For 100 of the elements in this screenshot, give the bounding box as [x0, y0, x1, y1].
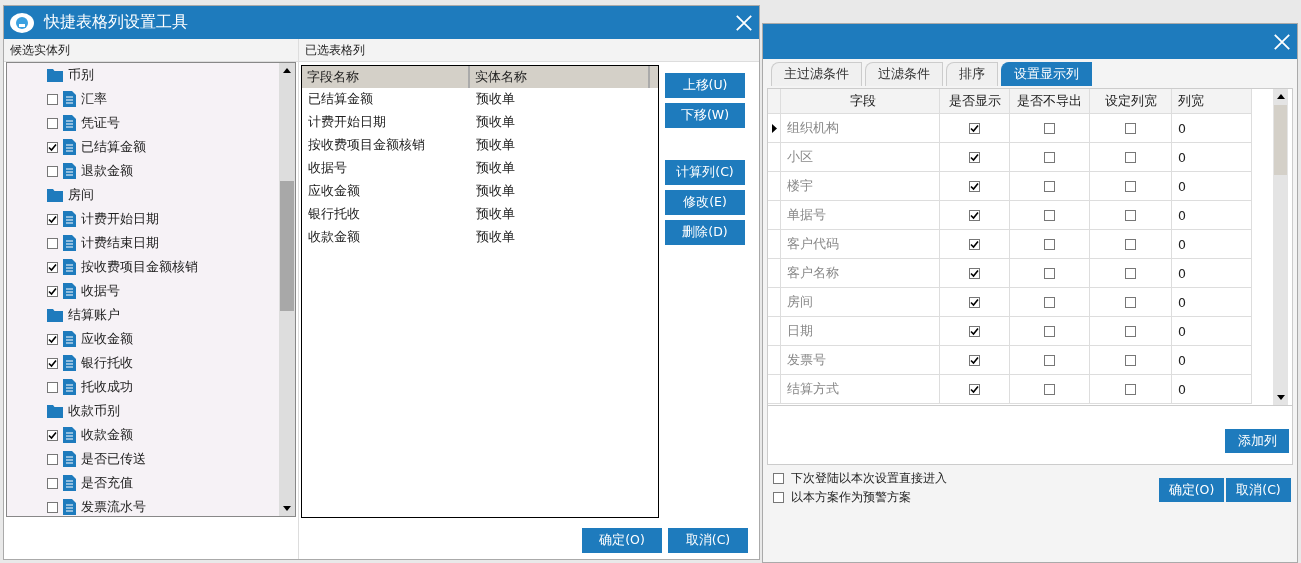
checkbox[interactable] — [47, 237, 58, 249]
scrollbar[interactable] — [1273, 89, 1288, 405]
checkbox[interactable] — [1044, 209, 1055, 221]
dialog-button[interactable]: 取消(C) — [1226, 478, 1291, 502]
checkbox[interactable] — [1044, 267, 1055, 279]
checkbox[interactable] — [47, 285, 58, 297]
column-header[interactable]: 字段 — [781, 89, 940, 113]
tree-item[interactable]: 收款金额 — [81, 426, 133, 444]
tree-item[interactable]: 银行托收 — [81, 354, 133, 372]
checkbox[interactable] — [1044, 180, 1055, 192]
checkbox[interactable] — [1125, 296, 1136, 308]
checkbox[interactable] — [969, 383, 980, 395]
column-header[interactable]: 列宽 — [1172, 89, 1252, 113]
action-button[interactable]: 修改(E) — [665, 190, 745, 215]
checkbox[interactable] — [1044, 325, 1055, 337]
document-icon — [63, 283, 76, 299]
checkbox-label[interactable]: 以本方案作为预警方案 — [791, 489, 911, 506]
checkbox-label[interactable]: 下次登陆以本次设置直接进入 — [791, 470, 947, 487]
checkbox[interactable] — [969, 354, 980, 366]
checkbox[interactable] — [47, 381, 58, 393]
scroll-up-icon[interactable] — [283, 68, 291, 73]
checkbox[interactable] — [1044, 238, 1055, 250]
scroll-thumb[interactable] — [280, 181, 294, 311]
tab[interactable]: 排序 — [946, 62, 998, 86]
checkbox[interactable] — [773, 473, 784, 484]
checkbox[interactable] — [969, 209, 980, 221]
column-header[interactable]: 字段名称 — [302, 66, 470, 88]
checkbox[interactable] — [1044, 383, 1055, 395]
checkbox[interactable] — [1044, 151, 1055, 163]
checkbox[interactable] — [1125, 383, 1136, 395]
checkbox[interactable] — [969, 325, 980, 337]
checkbox[interactable] — [1044, 122, 1055, 134]
tree-item[interactable]: 凭证号 — [81, 114, 120, 132]
column-header[interactable]: 是否不导出 — [1010, 89, 1090, 113]
checkbox[interactable] — [1125, 354, 1136, 366]
tree-item[interactable]: 是否充值 — [81, 474, 133, 492]
checkbox[interactable] — [969, 267, 980, 279]
action-button[interactable]: 删除(D) — [665, 220, 745, 245]
tree-item[interactable]: 按收费项目金额核销 — [81, 258, 198, 276]
action-button[interactable]: 上移(U) — [665, 73, 745, 98]
scroll-thumb[interactable] — [1274, 105, 1287, 175]
tree-item[interactable]: 托收成功 — [81, 378, 133, 396]
dialog-button[interactable]: 取消(C) — [668, 528, 748, 553]
column-header[interactable]: 是否显示 — [940, 89, 1010, 113]
column-header[interactable]: 实体名称 — [470, 66, 650, 88]
tree-item[interactable]: 收据号 — [81, 282, 120, 300]
checkbox[interactable] — [969, 238, 980, 250]
checkbox[interactable] — [47, 141, 58, 153]
dialog-button[interactable]: 确定(O) — [1159, 478, 1224, 502]
tree-item[interactable]: 收款币别 — [68, 402, 120, 420]
checkbox[interactable] — [47, 261, 58, 273]
tree-item[interactable]: 退款金额 — [81, 162, 133, 180]
tab[interactable]: 过滤条件 — [865, 62, 943, 86]
action-button[interactable]: 下移(W) — [665, 103, 745, 128]
checkbox[interactable] — [47, 453, 58, 465]
checkbox[interactable] — [1125, 325, 1136, 337]
checkbox[interactable] — [47, 501, 58, 513]
checkbox[interactable] — [969, 122, 980, 134]
checkbox[interactable] — [1125, 238, 1136, 250]
tree-item[interactable]: 是否已传送 — [81, 450, 146, 468]
checkbox[interactable] — [47, 357, 58, 369]
scroll-up-icon[interactable] — [1276, 94, 1285, 99]
checkbox[interactable] — [1125, 209, 1136, 221]
tab[interactable]: 设置显示列 — [1001, 62, 1092, 86]
tree-item[interactable]: 计费开始日期 — [81, 210, 159, 228]
checkbox[interactable] — [47, 117, 58, 129]
checkbox[interactable] — [1125, 122, 1136, 134]
checkbox[interactable] — [1044, 296, 1055, 308]
tree-item[interactable]: 结算账户 — [68, 306, 120, 324]
tab[interactable]: 主过滤条件 — [771, 62, 862, 86]
checkbox[interactable] — [1125, 180, 1136, 192]
add-column-button[interactable]: 添加列 — [1225, 429, 1289, 453]
checkbox[interactable] — [969, 180, 980, 192]
close-icon[interactable] — [735, 13, 753, 32]
scroll-down-icon[interactable] — [283, 506, 291, 511]
tree-item[interactable]: 房间 — [68, 186, 94, 204]
checkbox[interactable] — [1044, 354, 1055, 366]
tree-item[interactable]: 汇率 — [81, 90, 107, 108]
checkbox[interactable] — [47, 213, 58, 225]
checkbox[interactable] — [47, 429, 58, 441]
checkbox[interactable] — [47, 477, 58, 489]
column-header[interactable]: 设定列宽 — [1090, 89, 1172, 113]
tree-item[interactable]: 发票流水号 — [81, 498, 146, 516]
tree-item[interactable]: 计费结束日期 — [81, 234, 159, 252]
tree-item[interactable]: 应收金额 — [81, 330, 133, 348]
dialog-button[interactable]: 确定(O) — [582, 528, 662, 553]
scrollbar[interactable] — [279, 63, 295, 516]
tree-item[interactable]: 币别 — [68, 66, 94, 84]
checkbox[interactable] — [47, 333, 58, 345]
checkbox[interactable] — [773, 492, 784, 503]
tree-item[interactable]: 已结算金额 — [81, 138, 146, 156]
checkbox[interactable] — [969, 296, 980, 308]
checkbox[interactable] — [969, 151, 980, 163]
close-icon[interactable] — [1273, 32, 1291, 51]
checkbox[interactable] — [47, 93, 58, 105]
checkbox[interactable] — [1125, 267, 1136, 279]
scroll-down-icon[interactable] — [1276, 395, 1285, 400]
checkbox[interactable] — [47, 165, 58, 177]
action-button[interactable]: 计算列(C) — [665, 160, 745, 185]
checkbox[interactable] — [1125, 151, 1136, 163]
